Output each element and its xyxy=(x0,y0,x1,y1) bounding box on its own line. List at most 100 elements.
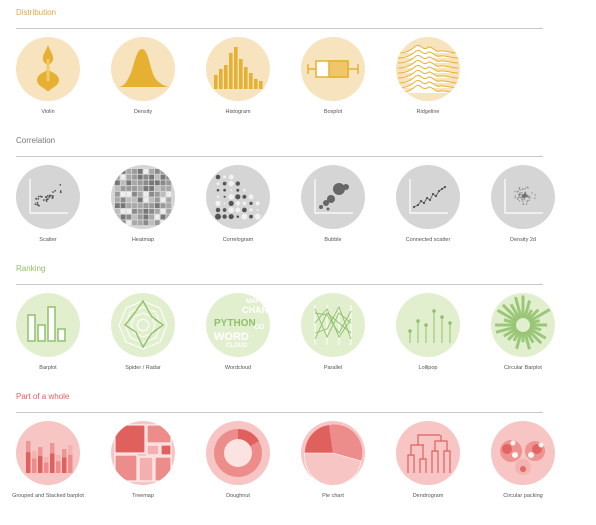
chart-type-link-spider-radar[interactable]: Spider / Radar xyxy=(103,293,183,373)
chart-type-link-bubble[interactable]: Bubble xyxy=(293,165,373,245)
heatmap-cell xyxy=(149,169,154,174)
density-2d-point xyxy=(524,191,527,193)
correlogram-cell xyxy=(230,189,233,192)
heatmap-cell xyxy=(120,186,126,191)
heatmap-cell xyxy=(160,220,166,226)
heatmap-cell xyxy=(137,203,143,208)
correlogram-cell xyxy=(228,214,234,220)
heatmap-cell xyxy=(137,220,143,226)
boxplot-icon xyxy=(301,37,365,101)
chart-type-link-circular-barplot[interactable]: Circular Barplot xyxy=(483,293,563,373)
correlogram-cell xyxy=(256,209,259,211)
heatmap-cell xyxy=(160,208,166,214)
correlogram-cell xyxy=(216,195,220,199)
chart-type-link-connected-scatter[interactable]: Connected scatter xyxy=(388,165,468,245)
lollipop-head xyxy=(432,309,436,313)
heatmap-cell xyxy=(126,214,132,220)
density-2d-point xyxy=(518,200,521,202)
treemap-cell xyxy=(114,424,146,454)
density-2d-point xyxy=(514,197,516,199)
parallel-icon xyxy=(301,293,365,357)
correlogram-cell xyxy=(222,181,227,186)
correlogram-cell xyxy=(228,200,234,206)
density-2d-point xyxy=(523,198,525,201)
correlogram-cell xyxy=(242,207,247,213)
heatmap-cell xyxy=(126,203,132,208)
chart-type-link-wordcloud[interactable]: PYTHON WORD CHART CLOUD MAP CO Wordcloud xyxy=(198,293,278,373)
heatmap-cell xyxy=(143,203,149,208)
doughnut-icon xyxy=(206,421,270,485)
heatmap-cell xyxy=(149,191,154,197)
density-2d-point xyxy=(520,193,522,196)
density-2d-point xyxy=(522,203,524,205)
chart-type-link-density-2d[interactable]: Density 2d xyxy=(483,165,563,245)
treemap-cell xyxy=(154,456,172,482)
heatmap-cell xyxy=(120,180,126,186)
connected-scatter-point xyxy=(428,198,432,202)
connected-scatter-point xyxy=(431,192,435,196)
chart-type-link-correlogram[interactable]: Correlogram xyxy=(198,165,278,245)
heatmap-cell xyxy=(132,203,137,208)
heatmap-cell xyxy=(154,197,160,203)
chart-type-link-parallel[interactable]: Parallel xyxy=(293,293,373,373)
scatter-point xyxy=(37,195,40,198)
correlogram-cell xyxy=(215,200,221,207)
icon-circle-background xyxy=(16,165,80,229)
connected-scatter-point xyxy=(422,201,426,205)
chart-type-label: Ridgeline xyxy=(416,109,440,115)
chart-type-link-violin[interactable]: Violin xyxy=(8,37,88,117)
lollipop-icon xyxy=(396,293,460,357)
heatmap-cell xyxy=(166,220,172,226)
stacked-bar-segment xyxy=(32,451,37,459)
chart-type-link-pie-chart[interactable]: Pie chart xyxy=(293,421,373,501)
chart-type-link-ridgeline[interactable]: Ridgeline xyxy=(388,37,468,117)
density-2d-point xyxy=(534,194,537,196)
packed-circle xyxy=(510,440,516,446)
chart-type-label: Lollipop xyxy=(418,365,438,371)
doughnut-hole xyxy=(224,439,252,467)
heatmap-cell xyxy=(143,208,149,214)
scatter-point xyxy=(37,198,40,200)
density-2d-point xyxy=(529,197,531,199)
heatmap-cell xyxy=(160,197,166,203)
correlogram-cell xyxy=(235,207,241,213)
chart-type-link-circular-packing[interactable]: Circular packing xyxy=(483,421,563,501)
circular-packing-icon xyxy=(491,421,555,485)
packed-circle xyxy=(520,466,526,472)
scatter-point xyxy=(36,203,39,206)
scatter-point xyxy=(59,183,62,186)
heatmap-cell xyxy=(137,169,143,174)
chart-type-link-heatmap[interactable]: Heatmap xyxy=(103,165,183,245)
heatmap-cell xyxy=(126,208,132,214)
correlogram-cell xyxy=(243,188,246,192)
heatmap-cell xyxy=(166,180,172,186)
lollipop-head xyxy=(448,321,452,325)
lollipop-head xyxy=(408,329,412,333)
heatmap-cell xyxy=(137,180,143,186)
chart-type-link-boxplot[interactable]: Boxplot xyxy=(293,37,373,117)
correlogram-cell xyxy=(228,174,234,180)
chart-type-link-density[interactable]: Density xyxy=(103,37,183,117)
heatmap-cell xyxy=(160,169,166,174)
chart-type-link-grouped-stacked-barplot[interactable]: Grouped and Stacked barplot xyxy=(8,421,88,501)
chart-type-link-lollipop[interactable]: Lollipop xyxy=(388,293,468,373)
heatmap-cell xyxy=(149,186,154,191)
chart-type-link-dendrogram[interactable]: Dendrogram xyxy=(388,421,468,501)
correlogram-cell xyxy=(222,214,227,219)
chart-type-label: Density xyxy=(133,109,153,115)
chart-type-link-scatter[interactable]: Scatter xyxy=(8,165,88,245)
chart-type-link-histogram[interactable]: Histogram xyxy=(198,37,278,117)
density-2d-point xyxy=(534,197,536,199)
heatmap-cell xyxy=(143,174,149,180)
chart-type-link-doughnut[interactable]: Doughnut xyxy=(198,421,278,501)
heatmap-cell xyxy=(143,180,149,186)
wordcloud-word: WORD xyxy=(214,331,249,343)
bubble xyxy=(327,195,335,203)
icon-drawing xyxy=(304,424,363,485)
density-2d-point xyxy=(526,201,528,203)
chart-type-link-barplot[interactable]: Barplot xyxy=(8,293,88,373)
section-divider xyxy=(16,412,543,413)
density-2d-point xyxy=(518,193,521,195)
chart-type-link-treemap[interactable]: Treemap xyxy=(103,421,183,501)
heatmap-cell xyxy=(126,180,132,186)
